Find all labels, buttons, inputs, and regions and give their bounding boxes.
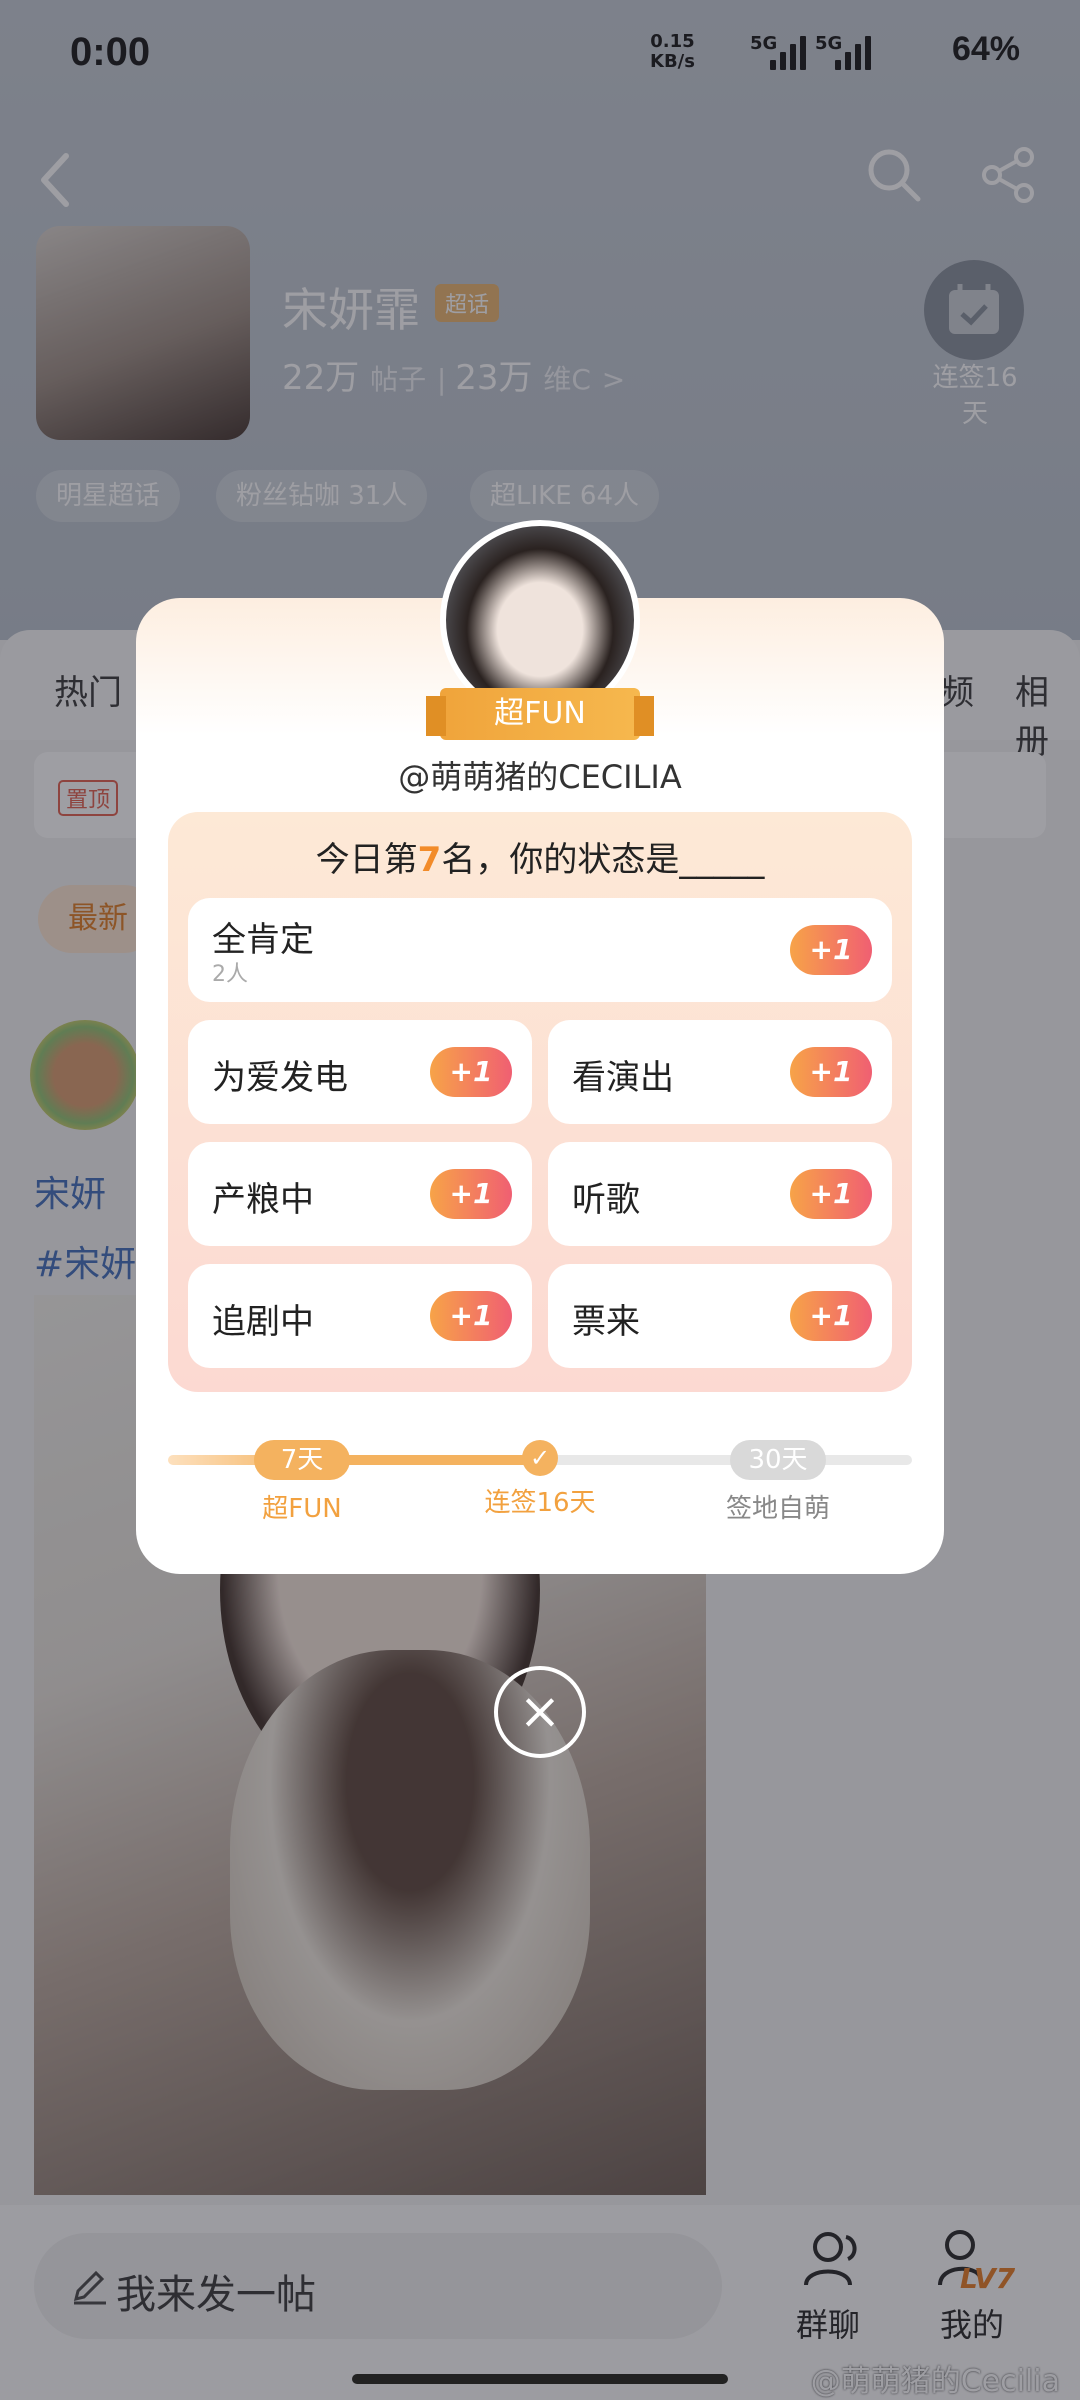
daily-rank: 7 (417, 840, 442, 880)
option-label: 为爱发电 (212, 1058, 348, 1098)
option-label: 票来 (572, 1302, 640, 1342)
question-suffix: 名，你的状态是_____ (441, 840, 765, 880)
status-option-all-yes[interactable]: 全肯定 2人 +1 (188, 898, 892, 1002)
status-option[interactable]: 产粮中 +1 (188, 1142, 532, 1246)
check-icon: ✓ (522, 1440, 558, 1476)
status-option[interactable]: 为爱发电 +1 (188, 1020, 532, 1124)
milestone-current-label: 连签16天 (484, 1488, 596, 1518)
option-count: 2人 (212, 962, 248, 987)
close-icon[interactable]: × (494, 1666, 586, 1758)
status-option[interactable]: 追剧中 +1 (188, 1264, 532, 1368)
home-indicator[interactable] (352, 2374, 728, 2384)
plus-one-button[interactable]: +1 (430, 1291, 512, 1341)
super-fun-ribbon: 超FUN (426, 688, 654, 740)
status-option[interactable]: 听歌 +1 (548, 1142, 892, 1246)
milestone-right-label: 签地自萌 (725, 1494, 830, 1524)
milestone-7-days: 7天 (254, 1440, 350, 1480)
option-label: 追剧中 (212, 1302, 314, 1342)
plus-one-button[interactable]: +1 (790, 1291, 872, 1341)
option-label: 产粮中 (212, 1180, 314, 1220)
plus-one-button[interactable]: +1 (430, 1169, 512, 1219)
plus-one-button[interactable]: +1 (790, 925, 872, 975)
milestone-30-days: 30天 (730, 1440, 826, 1480)
milestone-left-label: 超FUN (262, 1494, 342, 1524)
user-handle: @萌萌猪的CECILIA (398, 758, 682, 796)
status-option[interactable]: 票来 +1 (548, 1264, 892, 1368)
option-label: 全肯定 (212, 920, 314, 960)
status-option[interactable]: 看演出 +1 (548, 1020, 892, 1124)
question-prefix: 今日第 (315, 840, 418, 880)
plus-one-button[interactable]: +1 (790, 1169, 872, 1219)
plus-one-button[interactable]: +1 (430, 1047, 512, 1097)
plus-one-button[interactable]: +1 (790, 1047, 872, 1097)
status-question: 今日第7名，你的状态是_____ (168, 832, 912, 881)
option-label: 看演出 (572, 1058, 674, 1098)
screen: 0:00 0.15 KB/s 5G 5G 64% 宋妍霏 超话 22万 帖子 |… (0, 0, 1080, 2400)
option-label: 听歌 (572, 1180, 640, 1220)
